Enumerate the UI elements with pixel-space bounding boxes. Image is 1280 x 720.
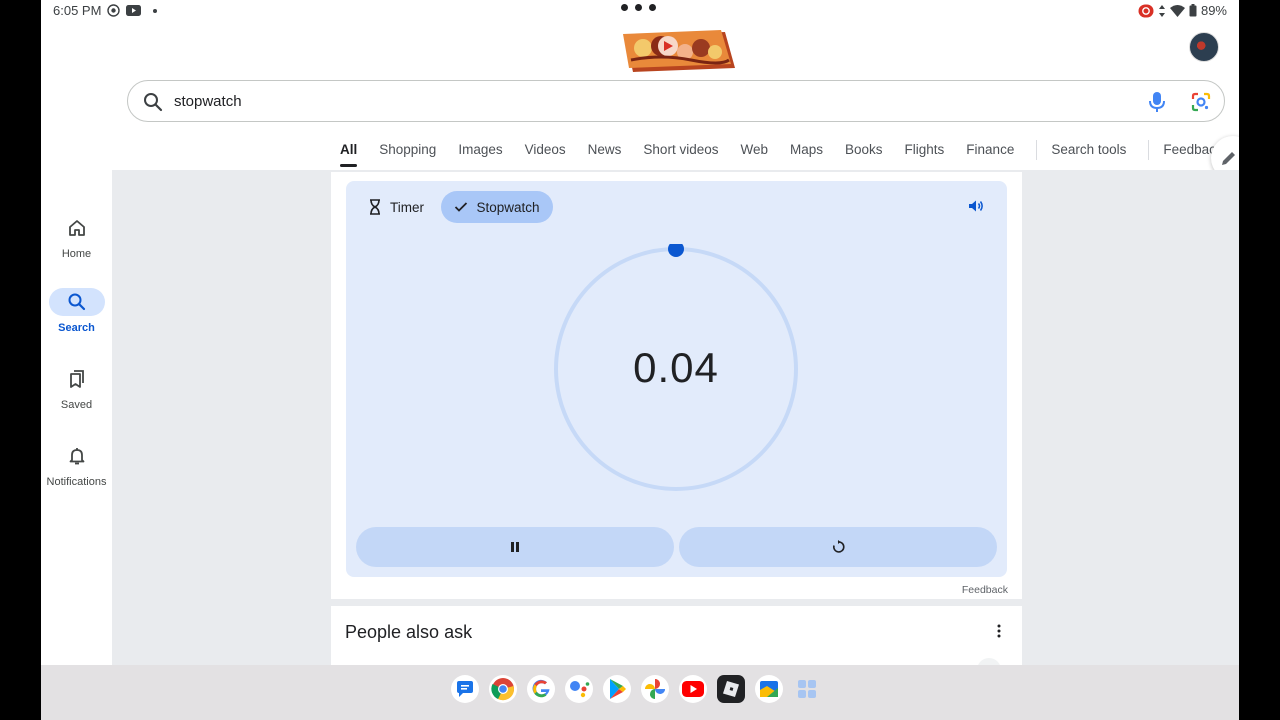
tab-divider <box>1036 139 1038 160</box>
notification-dot <box>153 8 158 13</box>
tab-all[interactable]: All <box>340 142 358 167</box>
bell-icon <box>69 448 84 465</box>
wifi-icon <box>1169 4 1185 17</box>
status-right: 89% <box>1138 3 1227 18</box>
taskbar-dock <box>41 665 1239 720</box>
files-icon[interactable] <box>755 675 783 703</box>
tab-short-videos[interactable]: Short videos <box>643 142 718 167</box>
roblox-icon[interactable] <box>717 675 745 703</box>
stopwatch-tab-label: Stopwatch <box>476 199 540 215</box>
pencil-icon <box>1222 152 1235 165</box>
mic-icon[interactable] <box>1148 91 1166 113</box>
google-doodle[interactable] <box>621 30 737 73</box>
stopwatch-tab[interactable]: Stopwatch <box>441 191 553 223</box>
tab-images[interactable]: Images <box>458 142 502 167</box>
reset-button[interactable] <box>679 527 997 567</box>
battery-icon <box>1189 4 1197 17</box>
tab-finance[interactable]: Finance <box>966 142 1014 167</box>
people-also-ask: People also ask <box>331 606 1022 682</box>
bookmarks-icon <box>69 370 84 388</box>
tab-books[interactable]: Books <box>845 142 883 167</box>
play-store-icon[interactable] <box>603 675 631 703</box>
timer-tab-label: Timer <box>390 199 424 215</box>
google-icon[interactable] <box>527 675 555 703</box>
tab-flights[interactable]: Flights <box>905 142 945 167</box>
search-input[interactable]: stopwatch <box>174 93 242 110</box>
volume-icon[interactable] <box>968 199 984 213</box>
rail-item-label: Notifications <box>46 476 107 488</box>
home-icon <box>68 220 85 236</box>
status-bar: 6:05 PM 89% <box>41 0 1239 22</box>
handle-dot <box>649 4 656 11</box>
rail-icon-container <box>49 442 105 470</box>
more-vert-icon[interactable] <box>997 624 1001 638</box>
google-lens-icon[interactable] <box>1190 91 1212 113</box>
assistant-icon[interactable] <box>565 675 593 703</box>
rail-item-notifications[interactable]: Notifications <box>41 442 112 488</box>
tab-videos[interactable]: Videos <box>525 142 566 167</box>
status-time: 6:05 PM <box>53 3 102 18</box>
status-left: 6:05 PM <box>53 3 158 18</box>
signal-icon <box>1158 4 1165 17</box>
rail-item-search[interactable]: Search <box>41 288 112 334</box>
youtube-icon[interactable] <box>679 675 707 703</box>
card-feedback-link[interactable]: Feedback <box>962 584 1008 596</box>
timer-tab[interactable]: Timer <box>356 191 436 223</box>
search-box[interactable]: stopwatch <box>127 80 1225 122</box>
people-also-ask-title: People also ask <box>345 622 473 642</box>
check-icon <box>455 202 468 212</box>
rail-item-label: Saved <box>60 399 93 411</box>
reset-icon <box>833 540 845 553</box>
chrome-icon[interactable] <box>489 675 517 703</box>
photos-icon[interactable] <box>641 675 669 703</box>
battery-percent: 89% <box>1200 3 1227 18</box>
rail-item-label: Home <box>61 248 92 260</box>
account-avatar[interactable] <box>1189 32 1219 62</box>
rail-icon-container <box>49 365 105 393</box>
tab-web[interactable]: Web <box>740 142 768 167</box>
focus-icon <box>107 4 121 17</box>
dock-apps <box>451 675 821 703</box>
stopwatch-widget: Timer Stopwatch 0.04 <box>346 181 1007 577</box>
tab-shopping[interactable]: Shopping <box>379 142 436 167</box>
navigation-rail: Home Search Saved Notifications <box>41 170 112 665</box>
rail-icon-container <box>49 214 105 242</box>
screen-record-icon <box>1138 4 1154 17</box>
handle-dot <box>635 4 642 11</box>
search-icon <box>144 93 163 112</box>
messages-icon[interactable] <box>451 675 479 703</box>
youtube-notification-icon <box>126 5 142 16</box>
rail-item-saved[interactable]: Saved <box>41 365 112 411</box>
elapsed-time: 0.04 <box>633 344 719 391</box>
rail-item-label: Search <box>58 322 95 334</box>
stopwatch-card: Timer Stopwatch 0.04 Feedback <box>331 172 1022 599</box>
device-screen: 6:05 PM 89% stopwatch All Shopping Image… <box>41 0 1239 720</box>
progress-dot <box>668 244 684 257</box>
tab-divider <box>1148 139 1150 160</box>
hourglass-icon <box>370 199 380 215</box>
search-tools-button[interactable]: Search tools <box>1051 142 1126 167</box>
tab-news[interactable]: News <box>588 142 622 167</box>
handle-dot <box>621 4 628 11</box>
rail-icon-container <box>48 288 105 316</box>
pause-button[interactable] <box>356 527 674 567</box>
search-tabs: All Shopping Images Videos News Short vi… <box>340 139 1239 167</box>
search-icon <box>68 293 85 311</box>
pause-icon <box>511 542 519 552</box>
app-drawer-icon[interactable] <box>793 675 821 703</box>
rail-item-home[interactable]: Home <box>41 214 112 260</box>
window-handle[interactable] <box>621 4 656 11</box>
tab-maps[interactable]: Maps <box>790 142 823 167</box>
